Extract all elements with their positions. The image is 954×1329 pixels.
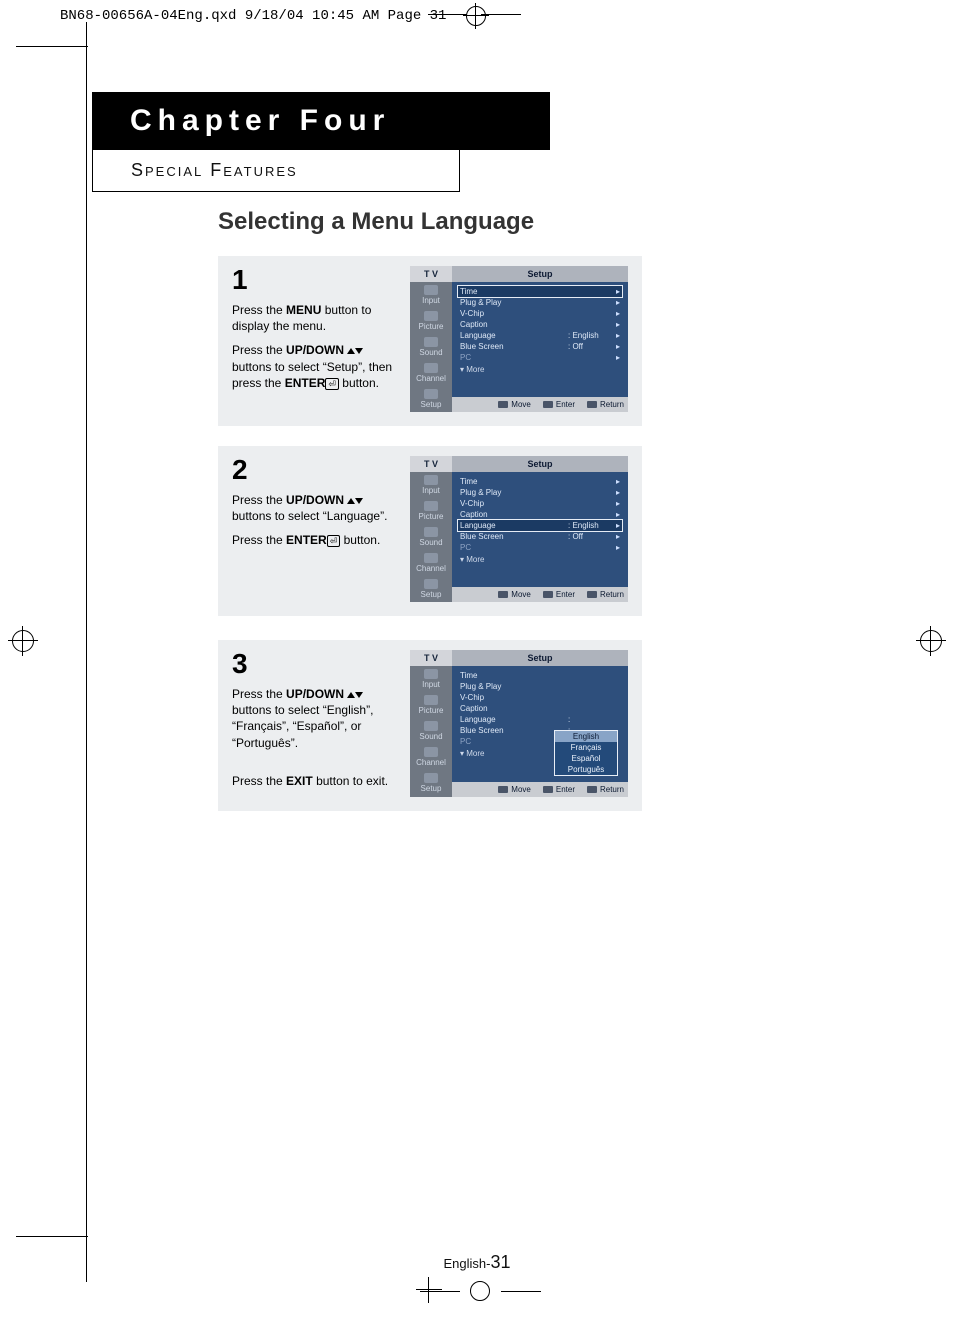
registration-mark-left — [12, 630, 34, 652]
print-slug: BN68-00656A-04Eng.qxd 9/18/04 10:45 AM P… — [60, 8, 446, 24]
registration-mark-right — [920, 630, 942, 652]
osd-row: PC▸ — [458, 352, 622, 363]
osd-tab-channel: Channel — [410, 360, 452, 386]
language-option: Français — [555, 742, 617, 753]
crop-hairline-vertical — [86, 22, 87, 1282]
setup-icon — [424, 389, 438, 399]
osd-tv-label: T V — [410, 650, 452, 666]
osd-row: Plug & Play▸ — [458, 297, 622, 308]
osd-row: Language: — [458, 714, 622, 725]
osd-row: Blue Screen: Off▸ — [458, 341, 622, 352]
osd-tab-setup: Setup — [410, 576, 452, 602]
crop-mark — [428, 14, 468, 15]
osd-row: Plug & Play▸ — [458, 487, 622, 498]
osd-row: V-Chip▸ — [458, 308, 622, 319]
osd-row: Caption▸ — [458, 509, 622, 520]
crop-mark — [481, 14, 521, 15]
up-arrow-icon — [347, 498, 355, 504]
osd-row: Caption — [458, 703, 622, 714]
osd-tab-input: Input — [410, 666, 452, 692]
enter-icon: ⏎ — [327, 535, 341, 547]
language-option: Português — [555, 764, 617, 775]
step-1-text: 1 Press the MENU button to display the m… — [232, 266, 400, 412]
osd-tab-sound: Sound — [410, 334, 452, 360]
language-option: English — [555, 731, 617, 742]
chapter-subhead: Special Features — [131, 160, 298, 180]
up-arrow-icon — [347, 692, 355, 698]
chapter-banner: Chapter Four Special Features — [92, 92, 550, 192]
input-icon — [424, 285, 438, 295]
osd-row: Plug & Play — [458, 681, 622, 692]
osd-row: Caption▸ — [458, 319, 622, 330]
crop-hairline — [16, 46, 88, 47]
osd-tab-picture: Picture — [410, 498, 452, 524]
language-popup: English Français Español Português — [554, 730, 618, 776]
osd-more: ▾ More — [458, 363, 622, 374]
osd-footer: MoveEnterReturn — [452, 587, 628, 602]
osd-tab-setup: Setup — [410, 386, 452, 412]
osd-row: Language: English▸ — [458, 330, 622, 341]
osd-tv-label: T V — [410, 266, 452, 282]
step-2-text: 2 Press the UP/DOWN buttons to select “L… — [232, 456, 400, 602]
up-arrow-icon — [347, 348, 355, 354]
picture-icon — [424, 311, 438, 321]
channel-icon — [424, 363, 438, 373]
osd-title: Setup — [452, 266, 628, 282]
osd-row: Time▸ — [458, 476, 622, 487]
crop-bottom — [420, 1281, 541, 1301]
osd-tab-input: Input — [410, 472, 452, 498]
step-1: 1 Press the MENU button to display the m… — [218, 256, 642, 426]
osd-row: Time▸ — [458, 286, 622, 297]
osd-row: V-Chip — [458, 692, 622, 703]
osd-tab-channel: Channel — [410, 744, 452, 770]
osd-tab-channel: Channel — [410, 550, 452, 576]
chapter-title: Chapter Four — [92, 92, 550, 150]
osd-tab-picture: Picture — [410, 692, 452, 718]
page-footer: English-31 — [0, 1252, 954, 1273]
osd-screenshot-3: T V Input Picture Sound Channel Setup Se… — [410, 650, 628, 797]
down-arrow-icon — [355, 498, 363, 504]
language-option: Español — [555, 753, 617, 764]
sound-icon — [424, 337, 438, 347]
osd-footer: MoveEnterReturn — [452, 397, 628, 412]
osd-tab-sound: Sound — [410, 718, 452, 744]
osd-row: V-Chip▸ — [458, 498, 622, 509]
osd-row: Language: English▸ — [458, 520, 622, 531]
osd-tab-input: Input — [410, 282, 452, 308]
osd-row: Blue Screen: Off▸ — [458, 531, 622, 542]
osd-more: ▾ More — [458, 553, 622, 564]
osd-title: Setup — [452, 456, 628, 472]
osd-row: Time — [458, 670, 622, 681]
enter-icon: ⏎ — [325, 378, 339, 390]
osd-row: PC▸ — [458, 542, 622, 553]
chapter-subhead-box: Special Features — [92, 150, 460, 192]
step-3: 3 Press the UP/DOWN buttons to select “E… — [218, 640, 642, 811]
osd-tab-sound: Sound — [410, 524, 452, 550]
osd-title: Setup — [452, 650, 628, 666]
osd-tab-picture: Picture — [410, 308, 452, 334]
registration-mark — [466, 6, 486, 26]
step-2: 2 Press the UP/DOWN buttons to select “L… — [218, 446, 642, 616]
osd-screenshot-2: T V Input Picture Sound Channel Setup Se… — [410, 456, 628, 602]
down-arrow-icon — [355, 692, 363, 698]
osd-tab-setup: Setup — [410, 770, 452, 796]
osd-screenshot-1: T V Input Picture Sound Channel Setup Se… — [410, 266, 628, 412]
osd-tv-label: T V — [410, 456, 452, 472]
osd-footer: MoveEnterReturn — [452, 782, 628, 797]
page: BN68-00656A-04Eng.qxd 9/18/04 10:45 AM P… — [0, 0, 954, 1329]
down-arrow-icon — [355, 348, 363, 354]
crop-hairline — [16, 1236, 88, 1237]
step-3-text: 3 Press the UP/DOWN buttons to select “E… — [232, 650, 400, 797]
section-title: Selecting a Menu Language — [218, 208, 534, 236]
